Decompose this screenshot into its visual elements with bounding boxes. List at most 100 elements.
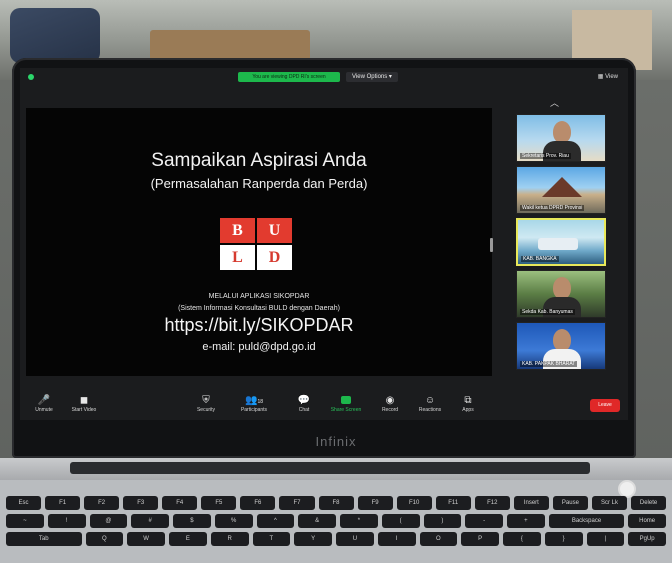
record-button[interactable]: ◉ Record bbox=[370, 394, 410, 413]
slide-via-text: MELALUI APLIKASI SIKOPDAR bbox=[208, 293, 310, 300]
key[interactable]: F3 bbox=[123, 496, 159, 510]
participants-button[interactable]: 👥18 Participants bbox=[234, 394, 274, 413]
key[interactable]: F11 bbox=[435, 496, 471, 510]
key[interactable]: I bbox=[377, 532, 416, 546]
leave-button[interactable]: Leave bbox=[590, 399, 620, 412]
participant-tile[interactable]: KAB. PAKPAK BHARAT bbox=[516, 322, 606, 370]
participant-tile-active[interactable]: KAB. BANGKA bbox=[516, 218, 606, 266]
key[interactable]: W bbox=[127, 532, 165, 546]
key[interactable]: } bbox=[544, 532, 583, 546]
start-video-label: Start Video bbox=[71, 407, 97, 413]
key[interactable]: # bbox=[131, 514, 169, 528]
key[interactable]: F1 bbox=[45, 496, 81, 510]
boat-shape bbox=[538, 238, 578, 250]
chat-icon: 💬 bbox=[297, 395, 311, 406]
logo-letter-u: U bbox=[257, 218, 292, 243]
key[interactable]: | bbox=[586, 532, 625, 546]
participants-icon: 👥18 bbox=[244, 395, 263, 406]
keyboard-row-function: Esc F1 F2 F3 F4 F5 F6 F7 F8 F9 F10 F11 F… bbox=[6, 496, 667, 510]
key[interactable]: $ bbox=[173, 514, 211, 528]
key[interactable]: Pause bbox=[552, 496, 588, 510]
slide-subtitle: (Permasalahan Ranperda dan Perda) bbox=[150, 176, 368, 191]
share-screen-button[interactable]: Share Screen bbox=[326, 394, 366, 413]
security-shield-icon[interactable] bbox=[28, 74, 34, 80]
meeting-top-bar: You are viewing DPD RI's screen View Opt… bbox=[20, 68, 628, 90]
key[interactable]: F10 bbox=[396, 496, 432, 510]
key[interactable]: ( bbox=[381, 514, 420, 528]
panel-resize-handle[interactable] bbox=[490, 238, 493, 252]
security-button[interactable]: ⛨ Security bbox=[186, 394, 226, 413]
key[interactable]: O bbox=[419, 532, 458, 546]
key[interactable]: @ bbox=[89, 514, 128, 528]
key[interactable]: { bbox=[503, 532, 541, 546]
key[interactable]: * bbox=[340, 514, 378, 528]
key[interactable]: ! bbox=[47, 514, 86, 528]
view-options-button[interactable]: View Options ▾ bbox=[346, 72, 398, 82]
key[interactable]: E bbox=[169, 532, 207, 546]
share-screen-label: Share Screen bbox=[330, 407, 362, 413]
key[interactable]: - bbox=[465, 514, 503, 528]
participant-name: Wakil ketua DPRD Provinsi bbox=[520, 205, 585, 211]
key[interactable]: ) bbox=[423, 514, 462, 528]
buld-logo: B U L D bbox=[220, 218, 292, 270]
view-button[interactable]: ▦ View bbox=[598, 72, 618, 82]
backspace-key[interactable]: Backspace bbox=[548, 514, 625, 528]
chevron-up-icon[interactable]: ︿ bbox=[550, 96, 559, 109]
key[interactable]: & bbox=[298, 514, 336, 528]
reactions-label: Reactions bbox=[418, 407, 442, 413]
participants-count: 18 bbox=[257, 399, 263, 405]
participant-tile[interactable]: Sekda Kab. Banyumas bbox=[516, 270, 606, 318]
key[interactable]: T bbox=[252, 532, 291, 546]
key[interactable]: ~ bbox=[6, 514, 44, 528]
key[interactable]: Scr Lk bbox=[591, 496, 627, 510]
background-chair bbox=[10, 8, 100, 63]
slide-email: e-mail: puld@dpd.go.id bbox=[202, 341, 316, 353]
slide-url: https://bit.ly/SIKOPDAR bbox=[164, 315, 354, 335]
key[interactable]: PgUp bbox=[628, 532, 666, 546]
participant-face bbox=[553, 277, 571, 299]
key[interactable]: Esc bbox=[6, 496, 42, 510]
key[interactable]: F6 bbox=[240, 496, 276, 510]
key[interactable]: F7 bbox=[279, 496, 315, 510]
logo-letter-l: L bbox=[220, 245, 255, 270]
key[interactable]: + bbox=[507, 514, 545, 528]
start-video-button[interactable]: ◼ Start Video bbox=[64, 394, 104, 413]
slide-system-text: (Sistem Informasi Konsultasi BULD dengan… bbox=[178, 305, 340, 312]
key[interactable]: U bbox=[336, 532, 374, 546]
participant-name: KAB. BANGKA bbox=[521, 256, 559, 262]
key[interactable]: F4 bbox=[162, 496, 198, 510]
key[interactable]: Insert bbox=[513, 496, 549, 510]
participant-face bbox=[553, 329, 571, 351]
unmute-button[interactable]: 🎤 Unmute bbox=[24, 394, 64, 413]
key[interactable]: Q bbox=[85, 532, 124, 546]
key[interactable]: F12 bbox=[474, 496, 510, 510]
video-off-icon: ◼ bbox=[79, 395, 89, 406]
key[interactable]: F9 bbox=[357, 496, 393, 510]
keyboard-row-number: ~ ! @ # $ % ^ & * ( ) - + Backspace Home bbox=[6, 514, 666, 528]
participant-gallery: Sekretaris Prov. Riau Wakil ketua DPRD P… bbox=[516, 114, 606, 374]
record-label: Record bbox=[381, 407, 399, 413]
key[interactable]: P bbox=[461, 532, 499, 546]
key[interactable]: ^ bbox=[256, 514, 295, 528]
key[interactable]: Y bbox=[294, 532, 332, 546]
reactions-button[interactable]: ☺ Reactions bbox=[410, 394, 450, 413]
key[interactable]: F2 bbox=[84, 496, 120, 510]
background-shelf bbox=[150, 30, 310, 60]
unmute-label: Unmute bbox=[35, 407, 53, 413]
key[interactable]: Delete bbox=[631, 496, 667, 510]
chat-button[interactable]: 💬 Chat bbox=[284, 394, 324, 413]
apps-button[interactable]: ⧉ Apps bbox=[448, 394, 488, 413]
shield-icon: ⛨ bbox=[202, 395, 210, 406]
key[interactable]: F8 bbox=[318, 496, 354, 510]
key[interactable]: % bbox=[214, 514, 253, 528]
tab-key[interactable]: Tab bbox=[6, 532, 82, 546]
participant-tile[interactable]: Wakil ketua DPRD Provinsi bbox=[516, 166, 606, 214]
key[interactable]: Home bbox=[628, 514, 666, 528]
participant-tile[interactable]: Sekretaris Prov. Riau bbox=[516, 114, 606, 162]
shared-slide: Sampaikan Aspirasi Anda (Permasalahan Ra… bbox=[26, 108, 492, 376]
key[interactable]: F5 bbox=[201, 496, 237, 510]
security-label: Security bbox=[196, 407, 216, 413]
microphone-muted-icon: 🎤 bbox=[37, 395, 51, 406]
participant-name: Sekda Kab. Banyumas bbox=[520, 309, 575, 315]
key[interactable]: R bbox=[210, 532, 249, 546]
